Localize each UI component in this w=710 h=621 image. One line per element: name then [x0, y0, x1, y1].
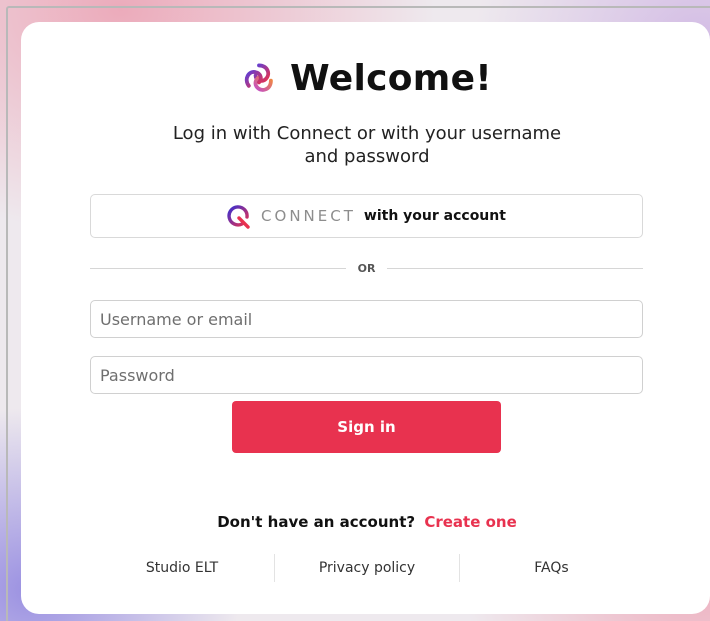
footer-links: Studio ELT Privacy policy FAQs: [90, 552, 643, 584]
connect-login-button[interactable]: CONNECT with your account: [90, 194, 643, 238]
divider-label: OR: [357, 261, 376, 275]
title-row: Welcome!: [0, 58, 710, 99]
signup-prompt-row: Don't have an account? Create one: [0, 513, 710, 531]
password-input[interactable]: [90, 356, 643, 394]
sign-in-button[interactable]: Sign in: [232, 401, 501, 453]
username-input[interactable]: [90, 300, 643, 338]
footer-link-studio-elt[interactable]: Studio ELT: [90, 560, 274, 576]
connect-brand-word: CONNECT: [261, 207, 356, 225]
footer-link-faqs[interactable]: FAQs: [460, 560, 643, 576]
or-divider: OR: [90, 258, 644, 278]
divider-line-left: [90, 267, 346, 269]
footer-link-privacy-policy[interactable]: Privacy policy: [275, 560, 459, 576]
signup-prompt: Don't have an account?: [217, 513, 416, 531]
create-account-link[interactable]: Create one: [424, 513, 516, 531]
page-subtitle: Log in with Connect or with your usernam…: [172, 123, 562, 167]
divider-line-right: [387, 267, 644, 269]
connect-q-logo-icon: [227, 205, 250, 229]
connect-button-label: with your account: [363, 208, 506, 224]
app-logo-icon: [244, 62, 273, 92]
page-title: Welcome!: [290, 58, 492, 99]
